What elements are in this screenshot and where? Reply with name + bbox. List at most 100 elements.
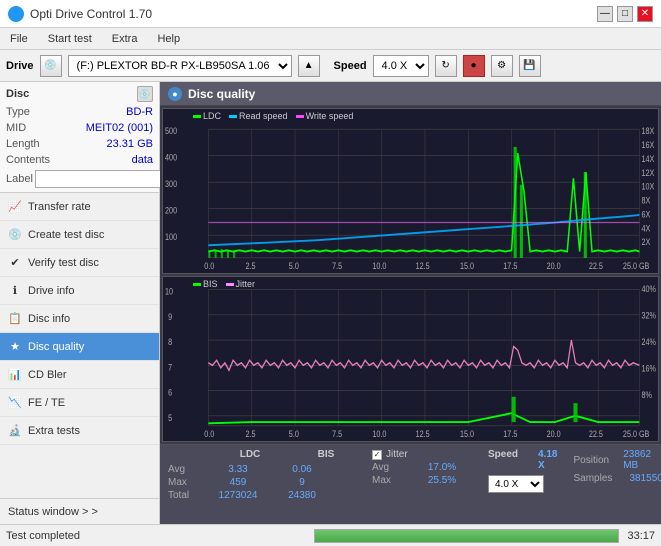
content-header: ● Disc quality <box>160 82 661 106</box>
nav-cd-bler-label: CD Bler <box>28 369 67 381</box>
position-row: Position 23862 MB <box>573 449 661 471</box>
nav-create-test-disc[interactable]: 💿 Create test disc <box>0 221 159 249</box>
avg-label: Avg <box>168 464 204 475</box>
settings-button[interactable]: ⚙ <box>491 55 513 77</box>
chart1-svg: 500 400 300 200 100 18X 16X 14X 12X 10X … <box>163 109 658 273</box>
verify-test-disc-icon: ✔ <box>8 256 22 270</box>
disc-mid-label: MID <box>6 120 26 136</box>
disc-contents-value: data <box>132 152 153 168</box>
save-button[interactable]: 💾 <box>519 55 541 77</box>
ldc-dot <box>193 115 201 118</box>
jitter-header: ✓ Jitter <box>372 449 472 460</box>
samples-value: 381550 <box>629 473 661 484</box>
menu-start-test[interactable]: Start test <box>44 32 96 46</box>
disc-label: Disc <box>6 88 29 100</box>
refresh-button[interactable]: ↻ <box>435 55 457 77</box>
total-label: Total <box>168 490 204 501</box>
position-value: 23862 MB <box>623 449 661 471</box>
menu-file[interactable]: File <box>6 32 32 46</box>
disc-length-row: Length 23.31 GB <box>6 136 153 152</box>
legend-bis: BIS <box>193 279 218 289</box>
nav-fe-te-label: FE / TE <box>28 397 65 409</box>
nav-verify-test-disc[interactable]: ✔ Verify test disc <box>0 249 159 277</box>
nav-extra-tests[interactable]: 🔬 Extra tests <box>0 417 159 445</box>
legend-ldc: LDC <box>193 111 221 121</box>
svg-text:24%: 24% <box>642 337 656 347</box>
svg-text:0.0: 0.0 <box>204 430 214 440</box>
total-ldc: 1273024 <box>208 490 268 501</box>
drive-select[interactable]: (F:) PLEXTOR BD-R PX-LB950SA 1.06 <box>68 55 292 77</box>
status-window-item[interactable]: Status window > > <box>0 498 159 524</box>
jitter-max-row: Max 25.5% <box>372 475 472 486</box>
nav-cd-bler[interactable]: 📊 CD Bler <box>0 361 159 389</box>
svg-text:6: 6 <box>168 388 172 398</box>
disc-label-row: Label ✎ <box>6 170 153 188</box>
svg-text:5.0: 5.0 <box>289 430 299 440</box>
samples-label: Samples <box>573 473 621 484</box>
svg-text:10.0: 10.0 <box>372 262 386 272</box>
scan-button[interactable]: ● <box>463 55 485 77</box>
disc-length-label: Length <box>6 136 40 152</box>
bis-header: BIS <box>296 449 356 460</box>
eject-button[interactable]: ▲ <box>298 55 320 77</box>
speed-label: Speed <box>334 60 367 72</box>
speed-dropdown[interactable]: 4.0 X <box>488 475 544 493</box>
svg-text:20.0: 20.0 <box>547 262 561 272</box>
svg-text:2X: 2X <box>642 238 651 248</box>
svg-text:4X: 4X <box>642 224 651 234</box>
position-section: Position 23862 MB Samples 381550 <box>565 445 661 524</box>
svg-text:300: 300 <box>165 180 177 190</box>
nav-disc-info-label: Disc info <box>28 313 70 325</box>
nav-drive-info[interactable]: ℹ Drive info <box>0 277 159 305</box>
status-time: 33:17 <box>627 530 655 542</box>
drive-icon-button[interactable]: 💿 <box>40 55 62 77</box>
fe-te-icon: 📉 <box>8 396 22 410</box>
nav-fe-te[interactable]: 📉 FE / TE <box>0 389 159 417</box>
main-layout: Disc 💿 Type BD-R MID MEIT02 (001) Length… <box>0 82 661 524</box>
create-test-disc-icon: 💿 <box>8 228 22 242</box>
svg-text:9: 9 <box>168 312 172 322</box>
nav-transfer-rate[interactable]: 📈 Transfer rate <box>0 193 159 221</box>
nav-disc-quality[interactable]: ★ Disc quality <box>0 333 159 361</box>
speed-header-row: Speed 4.18 X <box>488 449 557 473</box>
svg-text:5: 5 <box>168 413 172 423</box>
svg-text:40%: 40% <box>642 284 656 294</box>
nav-disc-quality-label: Disc quality <box>28 341 84 353</box>
jitter-max: 25.5% <box>412 475 472 486</box>
bis-label: BIS <box>203 279 218 289</box>
chart2-legend: BIS Jitter <box>193 279 255 289</box>
jitter-checkbox[interactable]: ✓ <box>372 450 382 460</box>
svg-text:20.0: 20.0 <box>547 430 561 440</box>
svg-text:0.0: 0.0 <box>204 262 214 272</box>
jitter-label-text: Jitter <box>386 449 408 460</box>
disc-info-icon: 📋 <box>8 312 22 326</box>
svg-text:12.5: 12.5 <box>416 430 430 440</box>
svg-text:10X: 10X <box>642 182 655 192</box>
svg-text:25.0 GB: 25.0 GB <box>623 430 649 440</box>
svg-text:12.5: 12.5 <box>416 262 430 272</box>
disc-label-input[interactable] <box>35 170 173 188</box>
content-icon: ● <box>168 87 182 101</box>
svg-text:2.5: 2.5 <box>246 262 256 272</box>
svg-text:16X: 16X <box>642 140 655 150</box>
svg-text:8: 8 <box>168 337 172 347</box>
avg-ldc: 3.33 <box>208 464 268 475</box>
nav-verify-test-disc-label: Verify test disc <box>28 257 99 269</box>
nav-extra-tests-label: Extra tests <box>28 425 80 437</box>
svg-text:100: 100 <box>165 233 177 243</box>
nav-disc-info[interactable]: 📋 Disc info <box>0 305 159 333</box>
svg-text:7.5: 7.5 <box>332 262 342 272</box>
stats-table: LDC BIS Avg 3.33 0.06 Max 459 9 Total 12… <box>160 445 364 524</box>
minimize-button[interactable]: — <box>597 6 613 22</box>
avg-row: Avg 3.33 0.06 <box>168 464 356 475</box>
jitter-dot <box>226 283 234 286</box>
close-button[interactable]: ✕ <box>637 6 653 22</box>
menu-help[interactable]: Help <box>153 32 184 46</box>
menu-extra[interactable]: Extra <box>108 32 142 46</box>
jitter-section: ✓ Jitter Avg 17.0% Max 25.5% <box>364 445 480 524</box>
ldc-header: LDC <box>220 449 280 460</box>
max-row: Max 459 9 <box>168 477 356 488</box>
svg-text:7: 7 <box>168 363 172 373</box>
speed-select[interactable]: 4.0 X <box>373 55 429 77</box>
maximize-button[interactable]: □ <box>617 6 633 22</box>
